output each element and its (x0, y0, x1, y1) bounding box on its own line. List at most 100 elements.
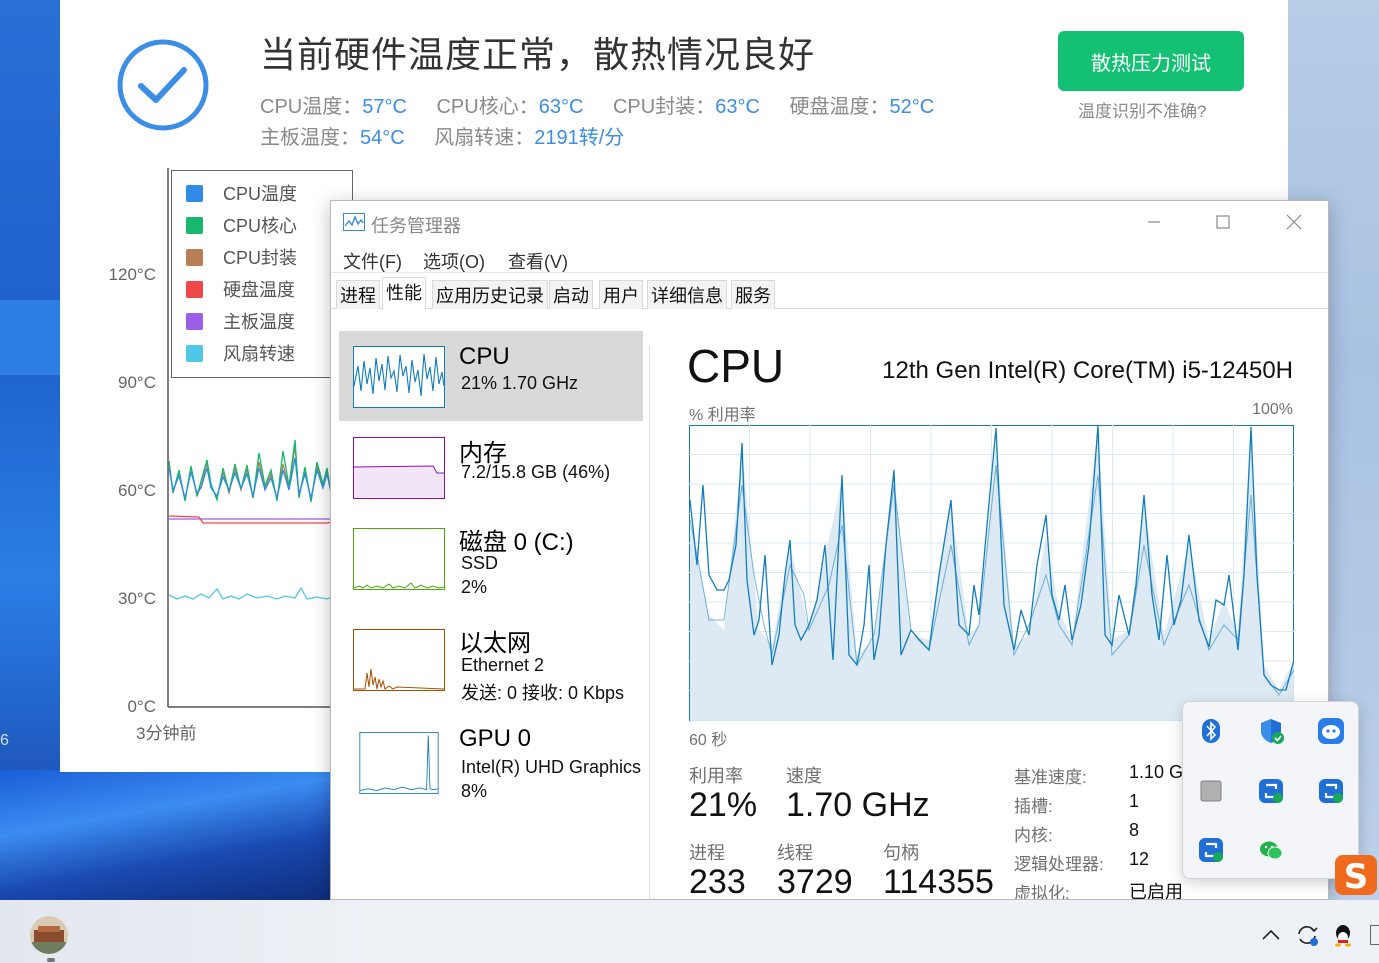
legend-swatch (186, 312, 203, 330)
handles-label: 句柄 (883, 843, 919, 863)
sidebar-item-gpu[interactable]: GPU 0 Intel(R) UHD Graphics 8% (339, 716, 643, 806)
sidebar-item-disk[interactable]: 磁盘 0 (C:) SSD 2% (339, 514, 643, 604)
handles-value: 114355 (883, 863, 994, 900)
sync-icon[interactable] (1294, 922, 1320, 948)
sockets-value: 1 (1129, 791, 1140, 811)
temperature-stats-row-1: CPU温度：57°C CPU核心：63°C CPU封装：63°C 硬盘温度：52… (260, 90, 958, 119)
stat-cpu-package: CPU封装：63°C (612, 96, 760, 118)
utilization-label: 利用率 (689, 766, 743, 786)
sidebar-gpu-usage: 8% (461, 781, 488, 801)
sidebar-ethernet-traffic: 发送: 0 接收: 0 Kbps (461, 683, 625, 703)
virtualization-value: 已启用 (1129, 882, 1183, 900)
sync-app-icon[interactable] (1197, 836, 1225, 864)
wallpaper-left-glow (0, 300, 60, 375)
cores-value: 8 (1129, 820, 1140, 840)
stat-board-temp: 主板温度：54°C (260, 127, 405, 149)
cpu-heading: CPU (687, 340, 785, 392)
legend-swatch (186, 216, 203, 234)
bluetooth-icon[interactable] (1197, 717, 1225, 745)
taskbar (0, 900, 1379, 963)
maximize-button[interactable] (1200, 207, 1246, 237)
inaccurate-reading-link[interactable]: 温度识别不准确? (1078, 97, 1206, 122)
maximize-icon (1216, 215, 1230, 229)
stress-test-button[interactable]: 散热压力测试 (1058, 31, 1244, 91)
svg-text:S: S (1344, 857, 1369, 897)
threads-value: 3729 (777, 863, 853, 900)
x-tick-3-minutes-ago: 3分钟前 (136, 724, 197, 743)
legend-item-cpu-temp[interactable]: CPU温度 (186, 177, 338, 209)
speed-value: 1.70 GHz (786, 786, 930, 824)
base-speed-label: 基准速度: (1014, 768, 1087, 787)
chart-legend: CPU温度 CPU核心 CPU封装 硬盘温度 主板温度 风扇转速 (171, 170, 353, 378)
legend-item-cpu-core[interactable]: CPU核心 (186, 209, 338, 241)
widgets-thumbnail-icon[interactable] (30, 916, 68, 954)
title-bar[interactable]: 任务管理器 (331, 201, 1328, 243)
cpu-model-name: 12th Gen Intel(R) Core(TM) i5-12450H (882, 357, 1293, 384)
baidu-netdisk-icon[interactable] (1317, 717, 1345, 745)
series-cpu-package (168, 445, 332, 501)
tab-services[interactable]: 服务 (731, 280, 775, 309)
task-manager-app-icon (343, 213, 365, 231)
menu-view[interactable]: 查看(V) (508, 248, 568, 274)
stat-cpu-temp: CPU温度：57°C (260, 96, 407, 118)
menu-options[interactable]: 选项(O) (423, 248, 485, 274)
legend-item-disk-temp[interactable]: 硬盘温度 (186, 273, 338, 305)
sidebar-disk-title: 磁盘 0 (C:) (459, 529, 574, 556)
minimize-button[interactable] (1131, 207, 1177, 237)
desktop-edge-number: 6 (0, 732, 9, 749)
utilization-axis-max: 100% (1252, 401, 1293, 418)
disk-thumbnail-graph (353, 528, 445, 590)
sidebar-ethernet-title: 以太网 (459, 630, 531, 657)
sync-app-icon[interactable] (1317, 777, 1345, 805)
wechat-icon[interactable] (1257, 836, 1285, 864)
gpu-thumbnail-graph (359, 732, 439, 794)
sogou-input-icon[interactable]: S (1332, 852, 1379, 898)
tab-processes[interactable]: 进程 (336, 280, 380, 309)
window-title: 任务管理器 (371, 216, 461, 236)
close-icon (1286, 214, 1302, 230)
sync-app-icon[interactable] (1257, 777, 1285, 805)
tab-startup[interactable]: 启动 (549, 280, 593, 309)
sidebar-item-cpu[interactable]: CPU 21% 1.70 GHz (339, 331, 643, 421)
legend-swatch (186, 184, 203, 202)
task-manager-window: 任务管理器 文件(F) 选项(O) 查看(V) 进程 性能 应用历史记录 启动 … (330, 200, 1329, 900)
sidebar-item-ethernet[interactable]: 以太网 Ethernet 2 发送: 0 接收: 0 Kbps (339, 615, 643, 705)
temperature-status-headline: 当前硬件温度正常，散热情况良好 (260, 34, 816, 75)
sidebar-disk-type: SSD (461, 553, 499, 573)
logical-processors-value: 12 (1129, 849, 1150, 869)
sidebar-ethernet-adapter: Ethernet 2 (461, 655, 545, 675)
y-tick-0: 0°C (127, 697, 156, 716)
graph-time-span-label: 60 秒 (689, 732, 728, 749)
series-cpu-core (168, 439, 332, 503)
utilization-axis-label: % 利用率 (689, 407, 756, 424)
sidebar-divider (649, 346, 650, 899)
legend-item-board-temp[interactable]: 主板温度 (186, 305, 338, 337)
cpu-utilization-graph (689, 425, 1294, 721)
chevron-up-icon[interactable] (1258, 922, 1284, 948)
legend-item-cpu-package[interactable]: CPU封装 (186, 241, 338, 273)
tab-details[interactable]: 详细信息 (647, 280, 727, 309)
minimize-icon (1148, 221, 1160, 223)
temperature-stats-row-2: 主板温度：54°C 风扇转速：2191转/分 (260, 121, 648, 150)
wallpaper-sweep (0, 770, 340, 900)
tab-users[interactable]: 用户 (599, 280, 643, 309)
defender-shield-icon[interactable] (1257, 717, 1285, 745)
menu-bar: 文件(F) 选项(O) 查看(V) (331, 243, 1328, 274)
gray-app-icon[interactable] (1197, 777, 1225, 805)
qq-icon[interactable] (1330, 922, 1356, 948)
memory-thumbnail-graph (353, 437, 445, 499)
sidebar-cpu-detail: 21% 1.70 GHz (461, 373, 579, 393)
stat-disk-temp: 硬盘温度：52°C (789, 96, 935, 118)
y-tick-60: 60°C (118, 481, 156, 500)
tab-performance[interactable]: 性能 (382, 277, 426, 310)
show-desktop-edge[interactable] (1370, 925, 1379, 945)
close-button[interactable] (1271, 207, 1317, 237)
legend-swatch (186, 280, 203, 298)
menu-file[interactable]: 文件(F) (343, 248, 402, 274)
processes-value: 233 (689, 863, 746, 900)
y-tick-90: 90°C (118, 373, 156, 392)
tab-app-history[interactable]: 应用历史记录 (432, 280, 548, 309)
legend-item-fan-speed[interactable]: 风扇转速 (186, 337, 338, 369)
legend-swatch (186, 248, 203, 266)
sidebar-item-memory[interactable]: 内存 7.2/15.8 GB (46%) (339, 423, 643, 513)
